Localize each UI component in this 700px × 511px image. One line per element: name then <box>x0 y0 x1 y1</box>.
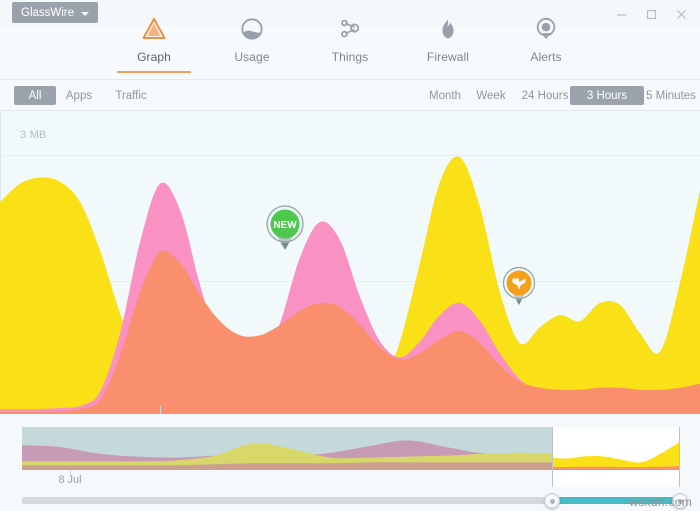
tab-firewall-label: Firewall <box>426 50 470 64</box>
tab-usage-label: Usage <box>234 50 270 64</box>
timeline-navigator: 8 Jul wsxdn.com <box>0 414 700 511</box>
tab-things-label: Things <box>331 50 369 64</box>
filter-apps[interactable]: Apps <box>52 86 106 105</box>
nodes-things-icon <box>337 14 363 44</box>
new-marker-label: NEW <box>273 220 297 231</box>
tab-graph[interactable]: Graph <box>117 6 191 73</box>
filter-all[interactable]: All <box>14 86 56 105</box>
threat-marker[interactable] <box>499 265 539 313</box>
pin-alerts-icon <box>533 14 559 44</box>
pie-usage-icon <box>239 14 265 44</box>
nav-divider <box>0 79 700 80</box>
chart-areas <box>0 156 700 414</box>
range-slider-track[interactable] <box>22 497 680 504</box>
filter-toolbar: All Apps Traffic Month Week 24 Hours 3 H… <box>0 82 700 111</box>
filter-traffic[interactable]: Traffic <box>99 86 163 105</box>
main-navigation: Graph Usage Things Firewall Alerts <box>0 6 700 80</box>
tab-things[interactable]: Things <box>319 6 381 64</box>
mountain-graph-icon <box>141 14 167 44</box>
watermark: wsxdn.com <box>629 495 692 509</box>
x-tick-mark <box>160 406 161 414</box>
tab-firewall[interactable]: Firewall <box>417 6 479 64</box>
range-5-minutes[interactable]: 5 Minutes <box>631 86 700 105</box>
tab-alerts-label: Alerts <box>530 50 562 64</box>
minimap-areas <box>22 440 678 470</box>
glasswire-window: GlassWire Graph Usage Things Firewall Al… <box>0 0 700 511</box>
tab-graph-label: Graph <box>137 50 171 64</box>
tab-alerts[interactable]: Alerts <box>515 6 577 64</box>
minimap-chart[interactable] <box>22 427 678 470</box>
range-slider-handle-left[interactable] <box>544 493 560 509</box>
new-app-marker[interactable]: NEW <box>265 204 305 252</box>
tab-usage[interactable]: Usage <box>221 6 283 64</box>
minimap-date-label: 8 Jul <box>58 474 82 486</box>
flame-firewall-icon <box>435 14 461 44</box>
traffic-graph[interactable]: 3 MB NEW <box>0 111 700 414</box>
